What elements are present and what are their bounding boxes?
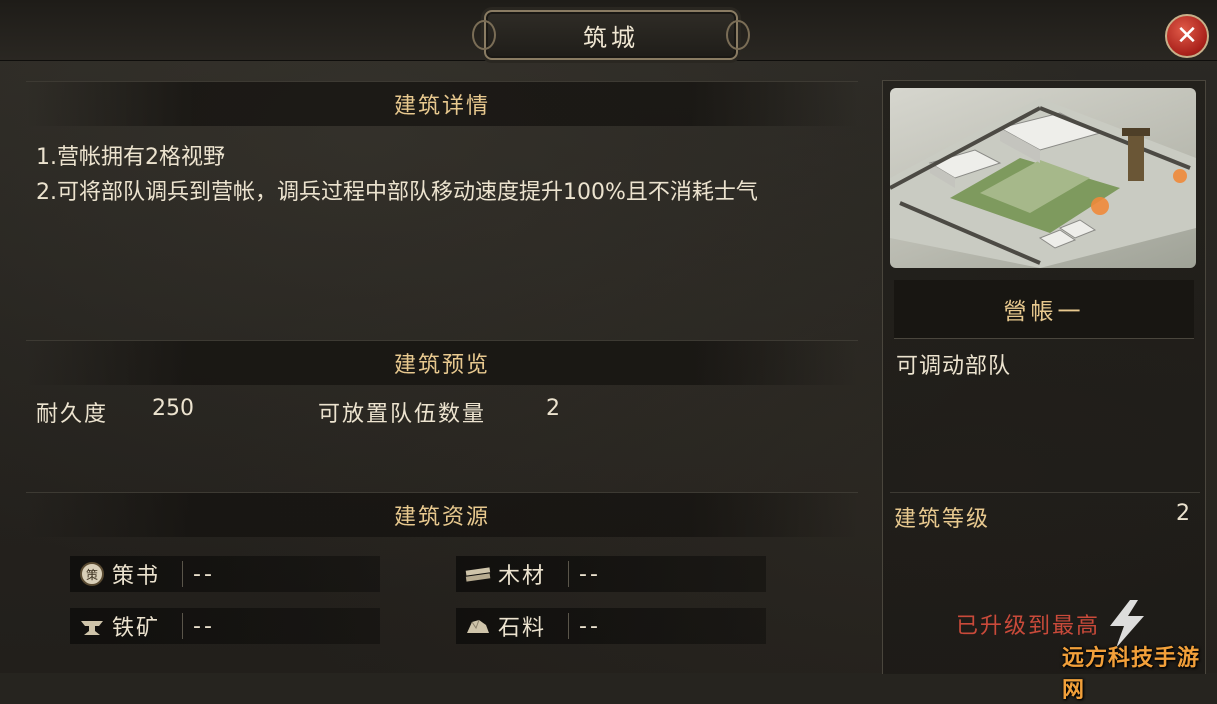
- svg-text:策: 策: [86, 568, 98, 582]
- building-level-row: 建筑等级 2: [890, 492, 1200, 537]
- resource-value: --: [193, 613, 215, 639]
- ornament-left-icon: [472, 20, 496, 50]
- resource-name: 石料: [498, 616, 547, 641]
- resource-value: --: [193, 561, 215, 587]
- divider: [182, 613, 183, 639]
- resources-heading: 建筑资源: [26, 492, 858, 537]
- wood-icon: [464, 560, 492, 588]
- close-icon: ✕: [1176, 21, 1198, 51]
- building-level-value: 2: [1176, 501, 1190, 526]
- troops-label: 可放置队伍数量: [318, 402, 487, 427]
- iron-ore-icon: [78, 612, 106, 640]
- building-name: 營帳一: [1003, 299, 1085, 325]
- building-name-heading: 營帳一: [894, 280, 1194, 339]
- resource-name: 策书: [112, 564, 161, 589]
- close-button[interactable]: ✕: [1165, 14, 1209, 58]
- resource-iron-ore: 铁矿 --: [70, 608, 380, 644]
- preview-heading-label: 建筑预览: [393, 353, 490, 378]
- window-title: 筑城: [583, 23, 639, 52]
- durability-value: 250: [152, 396, 194, 421]
- strategy-book-icon: 策: [78, 560, 106, 588]
- resource-name: 木材: [498, 564, 547, 589]
- resource-value: --: [579, 561, 601, 587]
- durability-label: 耐久度: [36, 402, 109, 427]
- preview-heading: 建筑预览: [26, 340, 858, 385]
- resource-strategy-book: 策 策书 --: [70, 556, 380, 592]
- ornament-right-icon: [726, 20, 750, 50]
- resource-wood: 木材 --: [456, 556, 766, 592]
- resource-name: 铁矿: [112, 616, 161, 641]
- resource-stone: 石料 --: [456, 608, 766, 644]
- title-box: 筑城: [472, 10, 750, 60]
- divider: [568, 613, 569, 639]
- detail-line-1: 1.营帐拥有2格视野: [36, 145, 225, 170]
- resources-heading-label: 建筑资源: [393, 505, 490, 530]
- details-heading: 建筑详情: [26, 81, 858, 126]
- building-description: 可调动部队: [896, 354, 1012, 379]
- detail-line-2: 2.可将部队调兵到营帐，调兵过程中部队移动速度提升100%且不消耗士气: [36, 180, 758, 205]
- divider: [182, 561, 183, 587]
- upgrade-status: 已升级到最高: [956, 614, 1101, 639]
- watermark-text: 远方科技手游网: [1062, 646, 1201, 703]
- building-level-label: 建筑等级: [894, 507, 991, 532]
- stone-icon: [464, 612, 492, 640]
- divider: [568, 561, 569, 587]
- troops-value: 2: [546, 396, 560, 421]
- resource-value: --: [579, 613, 601, 639]
- details-heading-label: 建筑详情: [393, 94, 490, 119]
- building-image: [890, 88, 1196, 268]
- details-description: 1.营帐拥有2格视野 2.可将部队调兵到营帐，调兵过程中部队移动速度提升100%…: [36, 140, 866, 210]
